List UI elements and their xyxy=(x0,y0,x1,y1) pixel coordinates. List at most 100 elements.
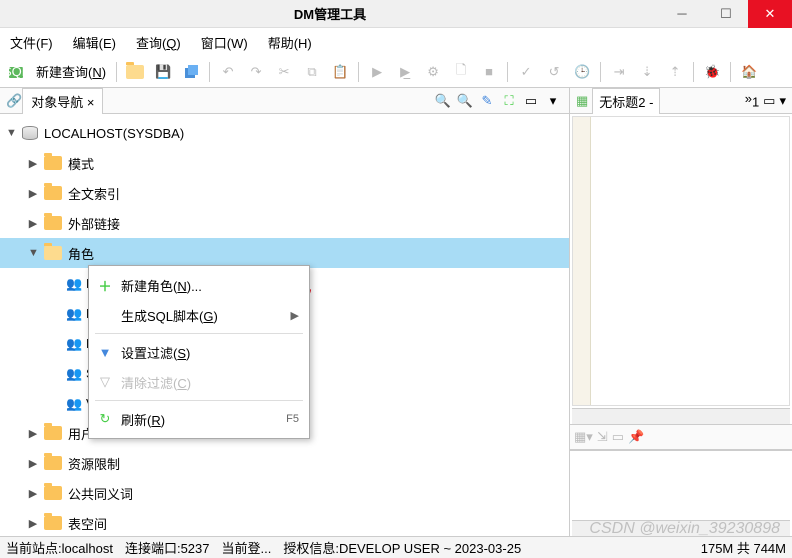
explain-icon: ⚙ xyxy=(421,60,445,84)
grid-icon: ▦▾ xyxy=(574,429,593,445)
role-icon: 👥 xyxy=(66,336,80,350)
menu-window[interactable]: 窗口(W) xyxy=(197,31,252,54)
rollback-icon: ↺ xyxy=(542,60,566,84)
panel-tab-object-nav[interactable]: 对象导航 × xyxy=(22,88,103,114)
editor-panel: ▦ 无标题2 - »1 ▭ ▾ ▦▾ ⇲ ▭ 📌 xyxy=(570,88,792,536)
status-login: 当前登... xyxy=(215,538,277,557)
tree-root[interactable]: ▼ LOCALHOST(SYSDBA) xyxy=(0,118,569,148)
horizontal-scrollbar[interactable] xyxy=(572,408,790,424)
context-menu: ＋ 新建角色(N)... 生成SQL脚本(G) ▶ ▼ 设置过滤(S) ▽ 清除… xyxy=(88,265,310,439)
copy-icon: ⧉ xyxy=(300,60,324,84)
edit-icon[interactable]: ✎ xyxy=(477,91,497,111)
close-button[interactable]: ✕ xyxy=(748,0,792,28)
sql-file-icon: ▦ xyxy=(576,93,588,109)
menu-clear-filter: ▽ 清除过滤(C) xyxy=(89,367,309,397)
expand-icon[interactable]: ▶ xyxy=(28,487,38,500)
cut-icon: ✂ xyxy=(272,60,296,84)
collapse-icon[interactable]: ▼ xyxy=(28,247,38,259)
menu-bar: 文件(F) 编辑(E) 查询(Q) 窗口(W) 帮助(H) xyxy=(0,28,792,56)
status-port: 连接端口:5237 xyxy=(119,538,216,557)
paste-icon: 📋 xyxy=(328,60,352,84)
sql-editor[interactable] xyxy=(572,116,790,406)
run-script-icon: ▶̲ xyxy=(393,60,417,84)
menu-gen-sql[interactable]: 生成SQL脚本(G) ▶ xyxy=(89,300,309,330)
open-icon[interactable] xyxy=(123,60,147,84)
redo-icon: ↷ xyxy=(244,60,268,84)
tree-item-synonym[interactable]: ▶公共同义词 xyxy=(0,478,569,508)
run-icon: ▶ xyxy=(365,60,389,84)
expand-icon[interactable]: ⛶ xyxy=(499,91,519,111)
separator xyxy=(116,62,117,82)
search-icon-pink[interactable]: 🔍 xyxy=(433,91,453,111)
editor-tab[interactable]: 无标题2 - xyxy=(592,88,660,114)
tree-item-fulltext[interactable]: ▶全文索引 xyxy=(0,178,569,208)
step-over-icon: ⇥ xyxy=(607,60,631,84)
minimize-panel-icon[interactable]: ▭ xyxy=(763,93,775,109)
tree-item-role[interactable]: ▼角色 xyxy=(0,238,569,268)
chart-icon: ▭ xyxy=(612,429,624,445)
accelerator: F5 xyxy=(286,413,299,425)
folder-icon xyxy=(44,186,62,200)
sql-icon[interactable]: SQL xyxy=(4,60,28,84)
folder-icon xyxy=(44,456,62,470)
plus-icon: ＋ xyxy=(97,276,113,295)
menu-panel-icon[interactable]: ▾ xyxy=(779,93,786,109)
role-icon: 👥 xyxy=(66,396,80,410)
status-bar: 当前站点:localhost 连接端口:5237 当前登... 授权信息:DEV… xyxy=(0,536,792,558)
folder-icon xyxy=(44,486,62,500)
tree-item-tablespace[interactable]: ▶表空间 xyxy=(0,508,569,536)
menu-help[interactable]: 帮助(H) xyxy=(264,31,316,54)
menu-panel-icon[interactable]: ▾ xyxy=(543,91,563,111)
home-icon[interactable]: 🏠 xyxy=(737,60,761,84)
role-icon: 👥 xyxy=(66,306,80,320)
search-icon-blue[interactable]: 🔍 xyxy=(455,91,475,111)
menu-file[interactable]: 文件(F) xyxy=(6,31,57,54)
new-query-button[interactable]: 新建查询(N) xyxy=(32,62,110,81)
expand-icon[interactable]: ▶ xyxy=(28,517,38,530)
save-icon[interactable]: 💾 xyxy=(151,60,175,84)
status-site: 当前站点:localhost xyxy=(0,538,119,557)
horizontal-scrollbar[interactable] xyxy=(572,520,790,536)
separator xyxy=(730,62,731,82)
maximize-button[interactable]: ☐ xyxy=(704,0,748,28)
menu-edit[interactable]: 编辑(E) xyxy=(69,31,120,54)
minimize-button[interactable]: ─ xyxy=(660,0,704,28)
filter-clear-icon: ▽ xyxy=(97,374,113,390)
save-all-icon[interactable] xyxy=(179,60,203,84)
minimize-panel-icon[interactable]: ▭ xyxy=(521,91,541,111)
tree-item-schema[interactable]: ▶模式 xyxy=(0,148,569,178)
schedule-icon: 🕒 xyxy=(570,60,594,84)
expand-icon[interactable]: ▶ xyxy=(28,187,38,200)
link-icon: 🔗 xyxy=(6,93,22,109)
submenu-arrow-icon: ▶ xyxy=(291,309,299,322)
database-icon xyxy=(22,126,38,140)
menu-refresh[interactable]: ↻ 刷新(R) F5 xyxy=(89,404,309,434)
tree-item-resource[interactable]: ▶资源限制 xyxy=(0,448,569,478)
debug-icon: 🗋 xyxy=(449,60,473,84)
title-bar: DM管理工具 ─ ☐ ✕ xyxy=(0,0,792,28)
collapse-icon[interactable]: ▼ xyxy=(6,127,16,139)
export-icon: ⇲ xyxy=(597,429,608,445)
separator xyxy=(209,62,210,82)
separator xyxy=(693,62,694,82)
pin-icon: 📌 xyxy=(628,429,644,445)
expand-icon[interactable]: ▶ xyxy=(28,217,38,230)
expand-icon[interactable]: ▶ xyxy=(28,427,38,440)
menu-query[interactable]: 查询(Q) xyxy=(132,31,185,54)
folder-open-icon xyxy=(44,246,62,260)
undo-icon: ↶ xyxy=(216,60,240,84)
folder-icon xyxy=(44,216,62,230)
tree-item-external-link[interactable]: ▶外部链接 xyxy=(0,208,569,238)
bug-icon[interactable]: 🐞 xyxy=(700,60,724,84)
expand-icon[interactable]: ▶ xyxy=(28,157,38,170)
folder-icon xyxy=(44,516,62,530)
status-auth: 授权信息:DEVELOP USER ~ 2023-03-25 xyxy=(277,538,527,557)
folder-icon xyxy=(44,156,62,170)
expand-icon[interactable]: ▶ xyxy=(28,457,38,470)
separator xyxy=(95,400,303,401)
menu-set-filter[interactable]: ▼ 设置过滤(S) xyxy=(89,337,309,367)
refresh-icon: ↻ xyxy=(97,411,113,427)
breadcrumb-icon[interactable]: »1 xyxy=(745,91,759,110)
step-out-icon: ⇡ xyxy=(663,60,687,84)
menu-new-role[interactable]: ＋ 新建角色(N)... xyxy=(89,270,309,300)
